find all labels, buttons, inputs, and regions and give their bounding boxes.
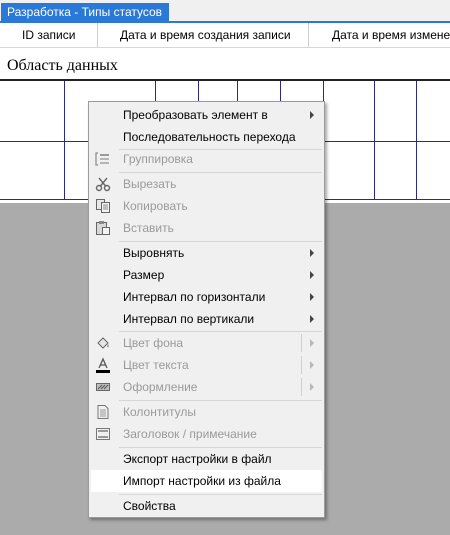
menu-item-label: Импорт настройки из файла <box>123 474 281 488</box>
report-header-footer-icon <box>96 428 110 440</box>
menu-item-label: Заголовок / примечание <box>123 427 257 441</box>
page-header-footer-icon <box>97 405 109 419</box>
font-color-icon <box>96 357 110 373</box>
menu-item-cut[interactable]: Вырезать <box>91 173 322 195</box>
menu-item-label: Интервал по горизонтали <box>123 290 266 304</box>
menu-item-label: Вставить <box>123 221 174 235</box>
submenu-arrow-icon <box>310 293 314 301</box>
menu-item-special-effect[interactable]: Оформление <box>91 376 322 398</box>
fill-color-icon <box>97 337 109 349</box>
special-effect-icon <box>96 383 110 391</box>
menu-item-label: Выровнять <box>123 246 185 260</box>
menu-item-page-header-footer[interactable]: Колонтитулы <box>91 401 322 423</box>
column-header-id[interactable]: ID записи <box>0 23 98 47</box>
menu-item-copy[interactable]: Копировать <box>91 195 322 217</box>
menu-item-label: Свойства <box>123 499 176 513</box>
menu-item-label: Колонтитулы <box>123 405 197 419</box>
copy-icon <box>96 199 110 213</box>
submenu-arrow-icon <box>310 383 314 391</box>
split-divider <box>301 356 302 374</box>
menu-item-label: Размер <box>123 268 165 282</box>
menu-item-export-settings[interactable]: Экспорт настройки в файл <box>91 448 322 470</box>
menu-item-font-color[interactable]: Цвет текста <box>91 354 322 376</box>
menu-item-size[interactable]: Размер <box>91 264 322 286</box>
menu-item-import-settings[interactable]: Импорт настройки из файла <box>91 470 322 492</box>
menu-item-paste[interactable]: Вставить <box>91 217 322 239</box>
grid-line <box>374 81 375 199</box>
menu-item-align[interactable]: Выровнять <box>91 242 322 264</box>
data-area-title: Область данных <box>7 57 118 74</box>
menu-item-label: Экспорт настройки в файл <box>123 452 272 466</box>
menu-item-horizontal-spacing[interactable]: Интервал по горизонтали <box>91 286 322 308</box>
split-divider <box>301 378 302 396</box>
menu-item-label: Последовательность перехода <box>123 130 296 144</box>
menu-item-label: Преобразовать элемент в <box>123 108 268 122</box>
split-divider <box>301 334 302 352</box>
menu-item-label: Цвет текста <box>123 358 189 372</box>
document-tab-bar: Разработка - Типы статусов <box>0 0 450 23</box>
grid-line <box>64 81 65 199</box>
menu-item-vertical-spacing[interactable]: Интервал по вертикали <box>91 308 322 330</box>
submenu-arrow-icon <box>310 339 314 347</box>
submenu-arrow-icon <box>310 361 314 369</box>
grouping-icon <box>95 152 109 166</box>
menu-item-convert-to[interactable]: Преобразовать элемент в <box>91 104 322 126</box>
menu-item-label: Копировать <box>123 199 188 213</box>
menu-item-label: Вырезать <box>123 177 177 191</box>
submenu-arrow-icon <box>310 249 314 257</box>
menu-item-tab-order[interactable]: Последовательность перехода <box>91 126 322 148</box>
submenu-arrow-icon <box>310 315 314 323</box>
menu-item-label: Интервал по вертикали <box>123 312 255 326</box>
paste-icon <box>96 221 110 235</box>
menu-item-label: Группировка <box>123 152 193 166</box>
menu-item-label: Оформление <box>123 380 198 394</box>
scissors-icon <box>95 177 111 192</box>
submenu-arrow-icon <box>310 111 314 119</box>
menu-item-report-header-footer[interactable]: Заголовок / примечание <box>91 423 322 445</box>
document-tab[interactable]: Разработка - Типы статусов <box>1 3 170 21</box>
data-area-divider <box>0 79 450 81</box>
column-header-row: ID записи Дата и время создания записи Д… <box>0 23 450 48</box>
grid-line <box>416 81 417 199</box>
menu-item-label: Цвет фона <box>123 336 184 350</box>
context-menu: Преобразовать элемент в Последовательнос… <box>88 101 325 518</box>
menu-item-properties[interactable]: Свойства <box>91 495 322 517</box>
submenu-arrow-icon <box>310 271 314 279</box>
menu-item-fill-color[interactable]: Цвет фона <box>91 332 322 354</box>
column-header-created[interactable]: Дата и время создания записи <box>98 23 309 47</box>
menu-item-grouping[interactable]: Группировка <box>91 148 322 170</box>
column-header-modified[interactable]: Дата и время изменен <box>309 23 450 47</box>
